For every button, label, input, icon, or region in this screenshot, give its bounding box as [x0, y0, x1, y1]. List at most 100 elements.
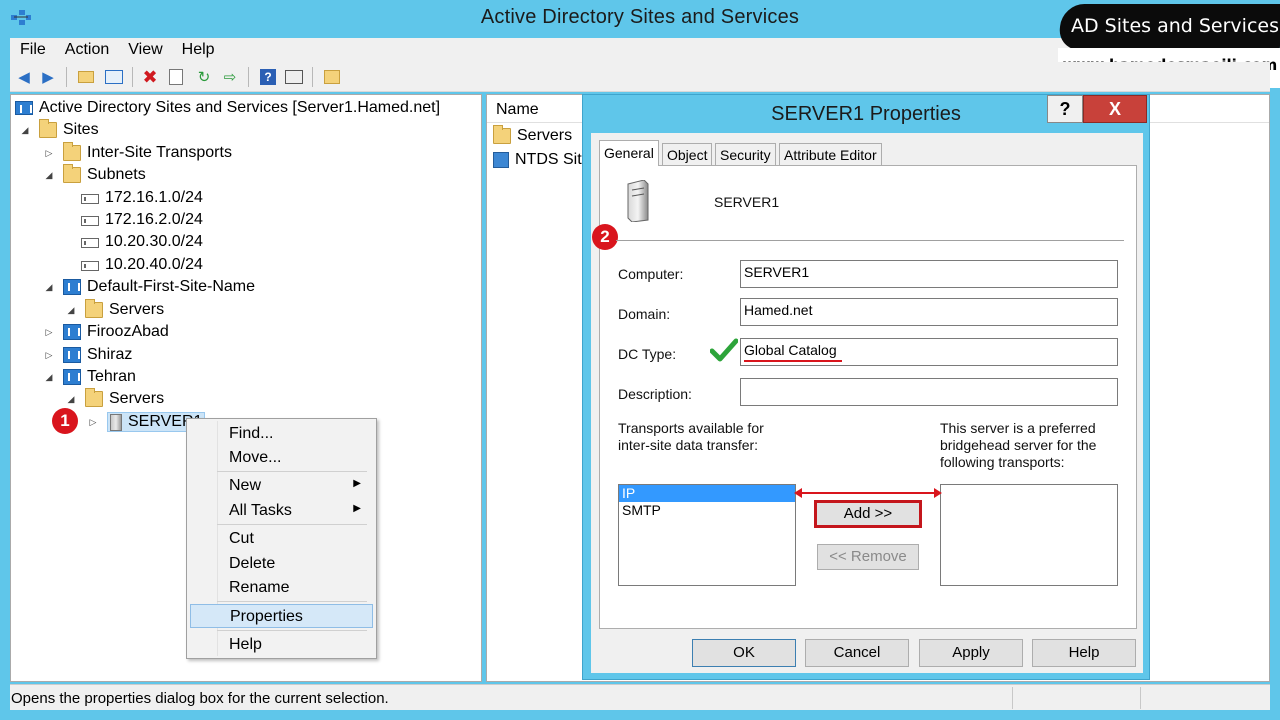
menu-action[interactable]: Action [55, 38, 118, 59]
subnet-icon [81, 216, 99, 226]
ntds-settings-icon [493, 152, 509, 168]
help-icon[interactable]: ? [258, 67, 278, 87]
folder-icon [63, 142, 81, 161]
column-header-name[interactable]: Name [496, 101, 539, 119]
refresh-icon[interactable]: ↻ [194, 67, 214, 87]
ctx-all-tasks[interactable]: All Tasks ▶ [190, 499, 373, 523]
collapse-icon[interactable]: ◢ [43, 282, 55, 293]
status-text: Opens the properties dialog box for the … [11, 690, 389, 707]
bridgehead-label: This server is a preferred bridgehead se… [940, 420, 1097, 470]
view-icon[interactable] [284, 67, 304, 87]
step-2-marker: 2 [592, 224, 618, 250]
menu-file[interactable]: File [10, 38, 55, 59]
forward-arrow-icon[interactable]: ▶ [38, 67, 58, 87]
menu-view[interactable]: View [118, 38, 171, 59]
collapse-icon[interactable]: ◢ [43, 372, 55, 383]
description-label: Description: [618, 386, 692, 402]
site-icon [63, 369, 81, 385]
dialog-help-button[interactable]: ? [1047, 95, 1083, 123]
ctx-new[interactable]: New ▶ [190, 474, 373, 498]
tree-inter-site-transports[interactable]: ▷ Inter-Site Transports [43, 142, 232, 164]
transports-listbox[interactable]: IP SMTP [618, 484, 796, 586]
tree-root[interactable]: Active Directory Sites and Services [Ser… [15, 97, 440, 119]
collapse-icon[interactable]: ◢ [65, 305, 77, 316]
transfer-arrow-icon [794, 488, 942, 498]
expand-icon[interactable]: ▷ [43, 350, 55, 361]
ctx-rename[interactable]: Rename [190, 576, 373, 600]
ok-button[interactable]: OK [692, 639, 796, 667]
bridgehead-listbox[interactable] [940, 484, 1118, 586]
ctx-move[interactable]: Move... [190, 446, 373, 470]
collapse-icon[interactable]: ◢ [65, 394, 77, 405]
tree-tehran[interactable]: ◢ Tehran [43, 366, 136, 388]
apply-button[interactable]: Apply [919, 639, 1023, 667]
up-folder-icon[interactable] [76, 67, 96, 87]
subnet-icon [81, 194, 99, 204]
folder-icon [493, 125, 511, 144]
toolbar: ◀ ▶ ✖ ↻ ⇨ ? [10, 62, 1270, 92]
dc-type-underline [744, 360, 842, 362]
tree-servers-tehran[interactable]: ◢ Servers [65, 388, 164, 410]
ctx-properties[interactable]: Properties [190, 604, 373, 628]
collapse-icon[interactable]: ◢ [43, 170, 55, 181]
ctx-find[interactable]: Find... [190, 422, 373, 446]
tab-security[interactable]: Security [715, 143, 776, 165]
tree-subnet-item[interactable]: 10.20.40.0/24 [81, 254, 203, 276]
expand-icon[interactable]: ▷ [43, 327, 55, 338]
transport-ip[interactable]: IP [619, 485, 795, 502]
ctx-cut[interactable]: Cut [190, 527, 373, 551]
tab-attribute-editor[interactable]: Attribute Editor [779, 143, 882, 165]
folder-icon [85, 299, 103, 318]
dialog-body: General Object Security Attribute Editor… [591, 133, 1143, 673]
ctx-delete[interactable]: Delete [190, 552, 373, 576]
new-icon[interactable] [322, 67, 342, 87]
submenu-arrow-icon: ▶ [353, 503, 361, 514]
dialog-close-button[interactable]: X [1083, 95, 1147, 123]
ctx-help[interactable]: Help [190, 633, 373, 657]
folder-icon [85, 388, 103, 407]
server-icon [110, 413, 122, 431]
collapse-icon[interactable]: ◢ [19, 125, 31, 136]
menu-bar: File Action View Help [10, 38, 1060, 62]
menu-help[interactable]: Help [172, 38, 224, 59]
context-menu: Find... Move... New ▶ All Tasks ▶ Cut Dele… [186, 418, 377, 659]
show-hide-tree-icon[interactable] [104, 67, 124, 87]
domain-label: Domain: [618, 306, 671, 322]
domain-field[interactable]: Hamed.net [740, 298, 1118, 326]
sites-services-icon [15, 101, 33, 115]
remove-button[interactable]: << Remove [817, 544, 919, 570]
list-item-servers[interactable]: Servers [493, 125, 572, 145]
back-arrow-icon[interactable]: ◀ [14, 67, 34, 87]
properties-icon[interactable] [166, 67, 186, 87]
site-icon [63, 279, 81, 295]
folder-icon [63, 164, 81, 183]
delete-icon[interactable]: ✖ [140, 67, 160, 87]
folder-icon [39, 119, 57, 138]
tree-servers-default[interactable]: ◢ Servers [65, 299, 164, 321]
tree-shiraz[interactable]: ▷ Shiraz [43, 344, 132, 366]
transport-smtp[interactable]: SMTP [619, 502, 795, 519]
tab-general[interactable]: General [599, 140, 659, 166]
server-icon [627, 180, 649, 222]
tree-sites[interactable]: ◢ Sites [19, 119, 99, 141]
status-bar: Opens the properties dialog box for the … [10, 684, 1270, 710]
dc-type-label: DC Type: [618, 346, 677, 362]
tree-firoozabad[interactable]: ▷ FiroozAbad [43, 321, 169, 343]
description-field[interactable] [740, 378, 1118, 406]
tree-subnet-item[interactable]: 172.16.2.0/24 [81, 209, 203, 231]
expand-icon[interactable]: ▷ [43, 148, 55, 159]
tree-subnet-item[interactable]: 172.16.1.0/24 [81, 187, 203, 209]
tree-subnet-item[interactable]: 10.20.30.0/24 [81, 231, 203, 253]
export-list-icon[interactable]: ⇨ [220, 67, 240, 87]
tab-object[interactable]: Object [662, 143, 713, 165]
server-name-label: SERVER1 [714, 194, 780, 210]
tree-default-first-site[interactable]: ◢ Default-First-Site-Name [43, 276, 255, 298]
add-button[interactable]: Add >> [814, 500, 922, 528]
computer-field[interactable]: SERVER1 [740, 260, 1118, 288]
cancel-button[interactable]: Cancel [805, 639, 909, 667]
watermark-badge-text: AD Sites and Services [1071, 15, 1279, 37]
help-button[interactable]: Help [1032, 639, 1136, 667]
tree-subnets[interactable]: ◢ Subnets [43, 164, 146, 186]
expand-icon[interactable]: ▷ [87, 417, 99, 428]
subnet-icon [81, 261, 99, 271]
